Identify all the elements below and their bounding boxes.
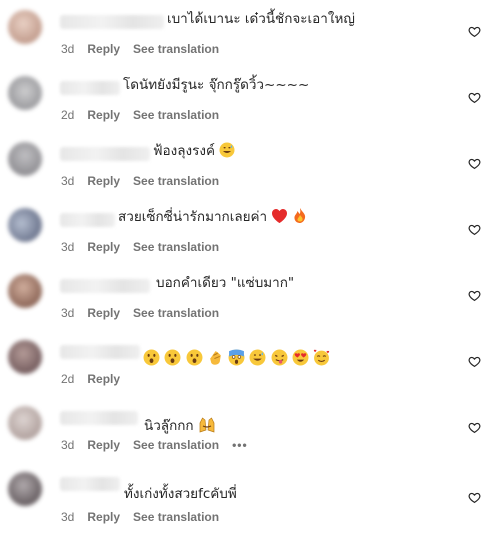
tongue-out-emoji-icon — [271, 349, 288, 366]
comment-text-row: ฟ้องลุงรงค์ — [153, 141, 235, 161]
comment-time: 3d — [61, 306, 75, 320]
like-heart-icon[interactable] — [468, 91, 481, 104]
reply-button[interactable]: Reply — [87, 108, 120, 122]
like-heart-icon[interactable] — [468, 223, 481, 236]
comment-item: ฟ้องลุงรงค์ 3d Reply See translation — [0, 132, 493, 198]
avatar[interactable] — [8, 142, 42, 176]
comment-item: 2d Reply — [0, 330, 493, 396]
reply-button[interactable]: Reply — [87, 174, 120, 188]
comment-time: 3d — [61, 174, 75, 188]
scream-emoji-icon — [228, 349, 245, 366]
see-translation-link[interactable]: See translation — [133, 240, 219, 254]
comment-time: 3d — [61, 42, 75, 56]
comment-meta: 2d Reply — [61, 372, 133, 386]
comment-text-row: สวยเซ็กซี่น่ารักมากเลยค่า — [118, 207, 307, 227]
comment-meta: 3d Reply See translation — [61, 306, 232, 320]
see-translation-link[interactable]: See translation — [133, 42, 219, 56]
like-heart-icon[interactable] — [468, 355, 481, 368]
like-heart-icon[interactable] — [468, 25, 481, 38]
username-blurred[interactable] — [60, 345, 140, 359]
reply-button[interactable]: Reply — [87, 240, 120, 254]
astonished-emoji-icon — [143, 349, 160, 366]
comment-time: 2d — [61, 372, 75, 386]
reply-button[interactable]: Reply — [87, 438, 120, 452]
comment-item: เบาได้เบานะ เด๋วนี้ชักจะเอาใหญ่ 3d Reply S… — [0, 0, 493, 66]
comment-item: นิวลู๊กกก 3d Reply See translation ••• — [0, 396, 493, 462]
avatar[interactable] — [8, 406, 42, 440]
more-options-icon[interactable]: ••• — [232, 438, 248, 452]
username-blurred[interactable] — [60, 147, 150, 161]
see-translation-link[interactable]: See translation — [133, 306, 219, 320]
username-blurred[interactable] — [60, 81, 120, 95]
comment-text: ทั้งเก่งทั้งสวยfcคับพี่ — [124, 486, 237, 502]
fire-emoji-icon — [294, 208, 305, 223]
reply-button[interactable]: Reply — [87, 42, 120, 56]
comment-item: ทั้งเก่งทั้งสวยfcคับพี่ 3d Reply See trans… — [0, 462, 493, 528]
reply-button[interactable]: Reply — [87, 306, 120, 320]
see-translation-link[interactable]: See translation — [133, 438, 219, 452]
comment-item: บอกคำเดียว "แซ่บมาก" 3d Reply See translat… — [0, 264, 493, 330]
comment-text: บอกคำเดียว "แซ่บมาก" — [156, 275, 295, 291]
username-blurred[interactable] — [60, 213, 115, 227]
username-blurred[interactable] — [60, 15, 164, 29]
comment-meta: 3d Reply See translation ••• — [61, 438, 248, 452]
comment-meta: 3d Reply See translation — [61, 240, 232, 254]
comment-time: 3d — [61, 240, 75, 254]
comment-text: นิวลู๊กกก — [144, 418, 194, 434]
emoji-row — [143, 349, 330, 369]
comment-text: โดนัทยังมีรูนะ จุ๊กกรู๊ดวิ้ว~~~~ — [123, 77, 310, 93]
like-heart-icon[interactable] — [468, 289, 481, 302]
clap-emoji-icon — [210, 351, 221, 365]
comment-time: 3d — [61, 438, 75, 452]
comment-text: ฟ้องลุงรงค์ — [153, 143, 215, 159]
avatar[interactable] — [8, 76, 42, 110]
comment-item: สวยเซ็กซี่น่ารักมากเลยค่า 3d Reply See tra… — [0, 198, 493, 264]
smiling-hearts-emoji-icon — [314, 349, 330, 366]
comment-meta: 2d Reply See translation — [61, 108, 232, 122]
reply-button[interactable]: Reply — [87, 510, 120, 524]
comment-text-row: นิวลู๊กกก — [144, 416, 216, 436]
avatar[interactable] — [8, 340, 42, 374]
avatar[interactable] — [8, 10, 42, 44]
comment-time: 2d — [61, 108, 75, 122]
comment-text: เบาได้เบานะ เด๋วนี้ชักจะเอาใหญ่ — [167, 11, 355, 27]
reply-button[interactable]: Reply — [87, 372, 120, 386]
see-translation-link[interactable]: See translation — [133, 174, 219, 188]
see-translation-link[interactable]: See translation — [133, 108, 219, 122]
grin-sweat-emoji-icon — [219, 142, 235, 157]
raised-hands-emoji-icon — [199, 417, 215, 433]
comment-meta: 3d Reply See translation — [61, 510, 232, 524]
username-blurred[interactable] — [60, 279, 150, 293]
avatar[interactable] — [8, 208, 42, 242]
astonished-emoji-icon — [186, 349, 203, 366]
username-blurred[interactable] — [60, 477, 120, 491]
red-heart-emoji-icon — [272, 208, 288, 223]
comment-text: สวยเซ็กซี่น่ารักมากเลยค่า — [118, 209, 268, 225]
like-heart-icon[interactable] — [468, 157, 481, 170]
avatar[interactable] — [8, 472, 42, 506]
see-translation-link[interactable]: See translation — [133, 510, 219, 524]
comment-item: โดนัทยังมีรูนะ จุ๊กกรู๊ดวิ้ว~~~~ 2d Reply… — [0, 66, 493, 132]
avatar[interactable] — [8, 274, 42, 308]
username-blurred[interactable] — [60, 411, 138, 425]
heart-eyes-emoji-icon — [292, 349, 309, 366]
comment-meta: 3d Reply See translation — [61, 42, 232, 56]
comment-meta: 3d Reply See translation — [61, 174, 232, 188]
like-heart-icon[interactable] — [468, 421, 481, 434]
grin-sweat-emoji-icon — [250, 349, 266, 366]
astonished-emoji-icon — [164, 349, 181, 366]
like-heart-icon[interactable] — [468, 491, 481, 504]
comment-time: 3d — [61, 510, 75, 524]
